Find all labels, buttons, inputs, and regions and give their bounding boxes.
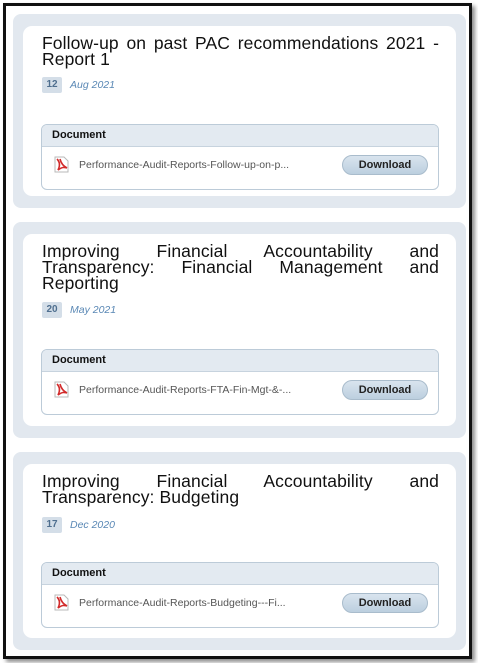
screenshot-frame: Follow-up on past PAC recommendations 20… (3, 3, 472, 659)
date-day-badge: 20 (42, 302, 62, 318)
report-list: Follow-up on past PAC recommendations 20… (8, 8, 467, 654)
report-date: 20 May 2021 (42, 302, 116, 318)
pdf-file-icon (54, 381, 69, 398)
report-title: Follow-up on past PAC recommendations 20… (42, 33, 439, 69)
report-title: Improving Financial Accountability and T… (42, 471, 439, 507)
report-card: Follow-up on past PAC recommendations 20… (13, 14, 466, 208)
pdf-file-icon (54, 594, 69, 611)
document-header: Document (42, 350, 438, 372)
document-row: Performance-Audit-Reports-FTA-Fin-Mgt-&-… (42, 372, 438, 414)
date-month-year: May 2021 (70, 304, 117, 316)
report-card: Improving Financial Accountability and T… (13, 222, 466, 438)
report-title: Improving Financial Accountability and T… (42, 241, 439, 293)
document-row: Performance-Audit-Reports-Follow-up-on-p… (42, 147, 438, 189)
document-file-name[interactable]: Performance-Audit-Reports-Budgeting---Fi… (79, 597, 327, 609)
date-day-badge: 12 (42, 77, 62, 93)
document-panel: Document Performance-Audit-Reports-Budge… (41, 562, 439, 628)
report-date: 12 Aug 2021 (42, 77, 115, 93)
document-file-name[interactable]: Performance-Audit-Reports-Follow-up-on-p… (79, 159, 327, 171)
document-row: Performance-Audit-Reports-Budgeting---Fi… (42, 585, 438, 627)
download-button[interactable]: Download (342, 593, 428, 613)
date-day-badge: 17 (42, 517, 62, 533)
date-month-year: Aug 2021 (70, 79, 115, 91)
report-date: 17 Dec 2020 (42, 517, 115, 533)
document-file-name[interactable]: Performance-Audit-Reports-FTA-Fin-Mgt-&-… (79, 384, 327, 396)
pdf-file-icon (54, 156, 69, 173)
document-header: Document (42, 563, 438, 585)
document-panel: Document Performance-Audit-Reports-Follo… (41, 124, 439, 190)
download-button[interactable]: Download (342, 380, 428, 400)
document-header: Document (42, 125, 438, 147)
report-card: Improving Financial Accountability and T… (13, 452, 466, 650)
download-button[interactable]: Download (342, 155, 428, 175)
document-panel: Document Performance-Audit-Reports-FTA-F… (41, 349, 439, 415)
report-card-body: Improving Financial Accountability and T… (23, 464, 456, 638)
report-card-body: Follow-up on past PAC recommendations 20… (23, 26, 456, 196)
date-month-year: Dec 2020 (70, 519, 115, 531)
report-card-body: Improving Financial Accountability and T… (23, 234, 456, 426)
